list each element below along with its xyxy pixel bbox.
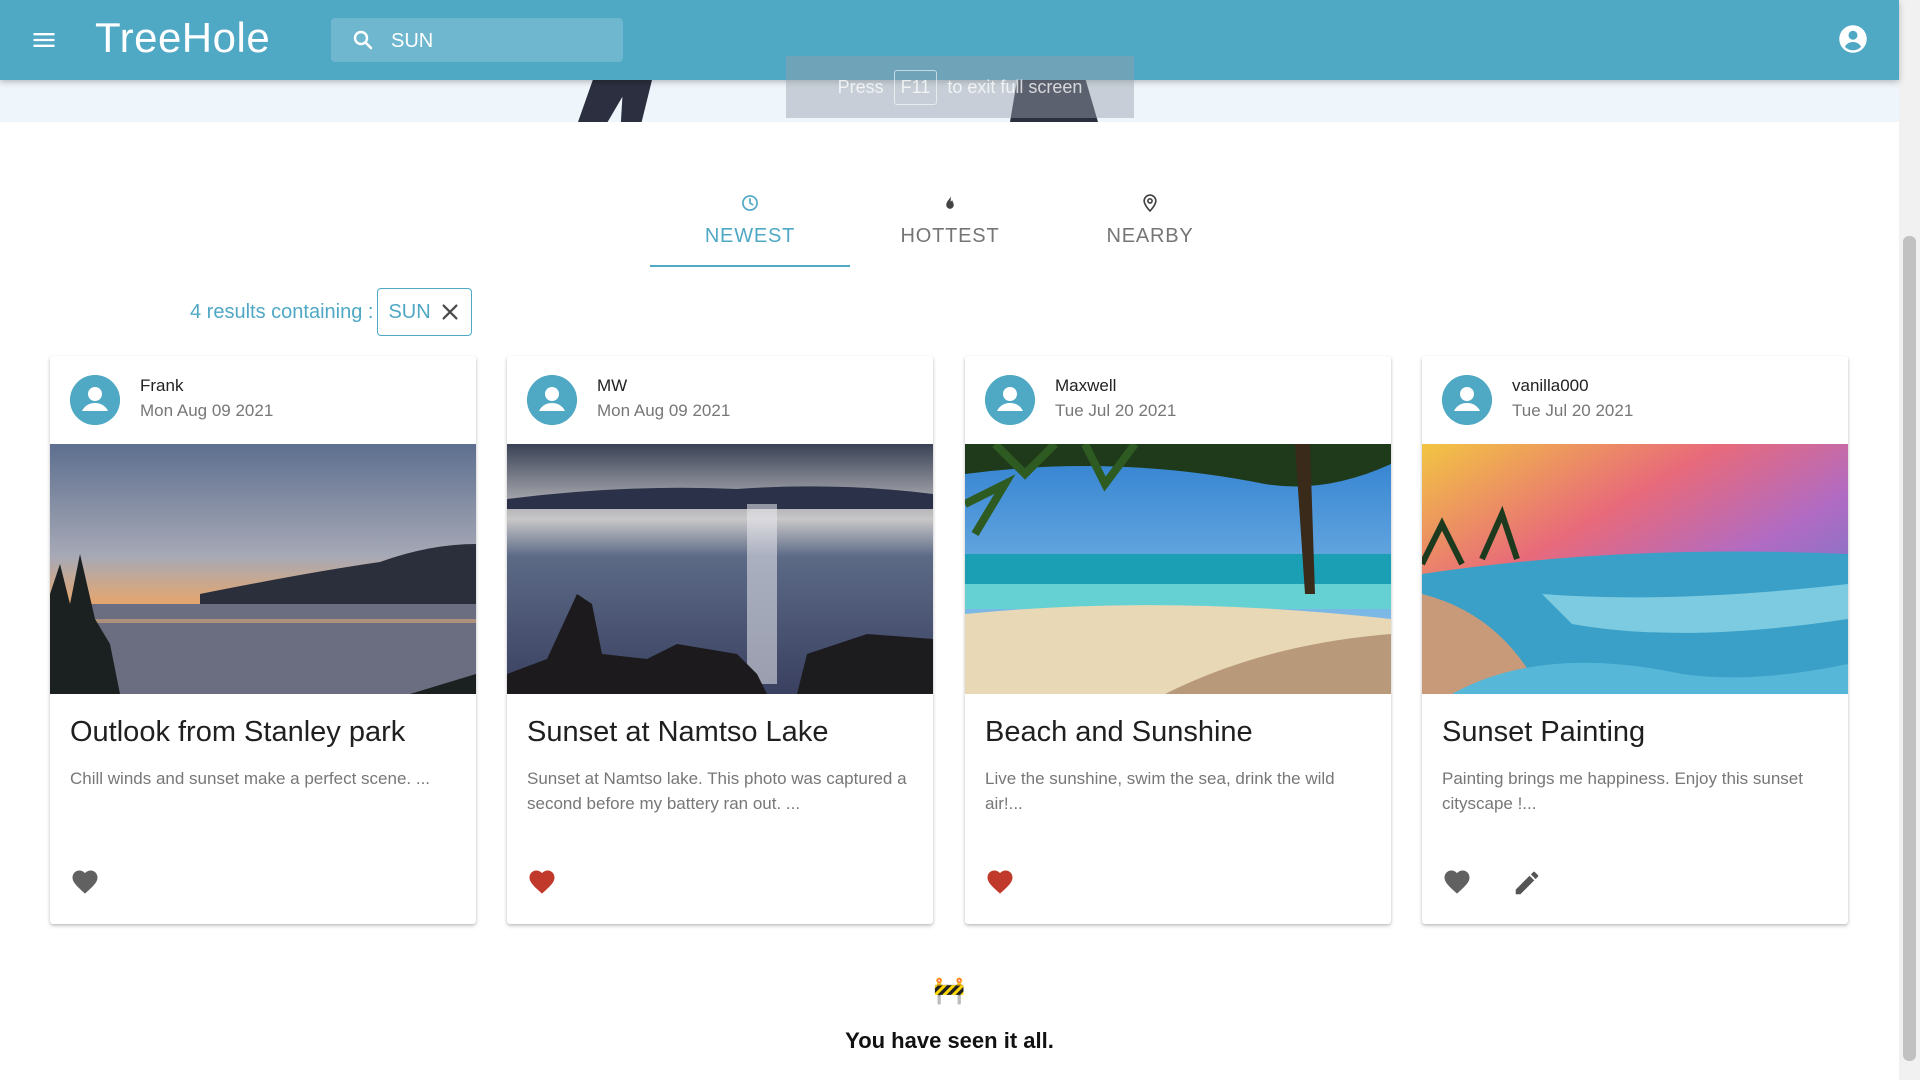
post-date: Mon Aug 09 2021	[597, 401, 731, 420]
menu-icon[interactable]	[30, 26, 58, 54]
post-description: Chill winds and sunset make a perfect sc…	[70, 769, 431, 788]
post-image[interactable]	[50, 444, 476, 694]
fullscreen-toast: Press F11 to exit full screen	[786, 56, 1134, 118]
toast-key: F11	[893, 69, 938, 105]
post-date: Mon Aug 09 2021	[140, 401, 274, 420]
post-header: MW Mon Aug 09 2021	[507, 356, 933, 444]
search-results-summary: 4 results containing : SUN	[190, 288, 472, 336]
post-author: Maxwell	[1055, 376, 1117, 395]
post-author: vanilla000	[1512, 376, 1589, 395]
vertical-scrollbar[interactable]	[1899, 0, 1920, 1080]
tab-newest[interactable]: NEWEST	[650, 185, 850, 267]
close-icon[interactable]	[439, 301, 461, 323]
location-icon	[1143, 194, 1157, 213]
tab-hottest[interactable]: HOTTEST	[850, 185, 1050, 267]
avatar	[70, 375, 120, 425]
toast-press: Press	[837, 76, 884, 97]
tab-label: NEWEST	[704, 225, 796, 247]
fire-icon	[946, 194, 954, 209]
post-date: Tue Jul 20 2021	[1512, 401, 1634, 420]
post-card[interactable]: MW Mon Aug 09 2021 Sunset at Namtso Lake…	[507, 356, 933, 924]
clock-icon	[742, 195, 758, 211]
search-icon	[353, 30, 373, 50]
heart-icon[interactable]	[527, 868, 557, 898]
post-title[interactable]: Beach and Sunshine	[985, 716, 1253, 749]
search-term-chip[interactable]: SUN	[377, 288, 472, 336]
results-count-text: 4 results containing :	[190, 300, 374, 323]
feed-tabs: NEWEST HOTTEST NEARBY	[650, 185, 1250, 267]
construction-icon: 🚧	[933, 975, 966, 1005]
tab-nearby[interactable]: NEARBY	[1050, 185, 1250, 267]
post-description: Sunset at Namtso lake. This photo was ca…	[527, 769, 907, 813]
avatar	[1442, 375, 1492, 425]
post-card[interactable]: Frank Mon Aug 09 2021 Outlook from Stanl…	[50, 356, 476, 924]
post-title[interactable]: Sunset Painting	[1442, 716, 1645, 749]
post-header: vanilla000 Tue Jul 20 2021	[1422, 356, 1848, 444]
post-header: Frank Mon Aug 09 2021	[50, 356, 476, 444]
scrollbar-thumb[interactable]	[1903, 236, 1916, 1061]
post-date: Tue Jul 20 2021	[1055, 401, 1177, 420]
post-image[interactable]	[507, 444, 933, 694]
end-message: You have seen it all.	[845, 1028, 1054, 1053]
post-actions	[70, 868, 100, 908]
post-card[interactable]: vanilla000 Tue Jul 20 2021 Sunset Painti…	[1422, 356, 1848, 924]
post-description: Live the sunshine, swim the sea, drink t…	[985, 769, 1335, 813]
post-author: Frank	[140, 376, 184, 395]
toast-suffix: to exit full screen	[947, 76, 1083, 97]
post-author: MW	[597, 376, 628, 395]
post-actions	[1442, 868, 1542, 908]
post-image[interactable]	[1422, 444, 1848, 694]
chip-label: SUN	[388, 300, 431, 323]
search-box[interactable]	[331, 18, 623, 64]
post-actions	[527, 868, 557, 908]
post-card[interactable]: Maxwell Tue Jul 20 2021 Beach and Sunshi…	[965, 356, 1391, 924]
end-of-feed: 🚧 You have seen it all.	[0, 975, 1899, 1054]
account-icon[interactable]	[1838, 24, 1868, 54]
post-header: Maxwell Tue Jul 20 2021	[965, 356, 1391, 444]
post-description: Painting brings me happiness. Enjoy this…	[1442, 769, 1803, 813]
app-title[interactable]: TreeHole	[95, 14, 270, 62]
heart-icon[interactable]	[985, 868, 1015, 898]
post-image[interactable]	[965, 444, 1391, 694]
avatar	[527, 375, 577, 425]
heart-icon[interactable]	[1442, 868, 1472, 898]
avatar	[985, 375, 1035, 425]
post-title[interactable]: Outlook from Stanley park	[70, 716, 405, 749]
search-input[interactable]	[389, 18, 613, 64]
tab-label: NEARBY	[1106, 225, 1194, 247]
tab-label: HOTTEST	[900, 225, 1000, 247]
post-actions	[985, 868, 1015, 908]
post-title[interactable]: Sunset at Namtso Lake	[527, 716, 828, 749]
edit-icon[interactable]	[1512, 868, 1542, 898]
heart-icon[interactable]	[70, 868, 100, 898]
